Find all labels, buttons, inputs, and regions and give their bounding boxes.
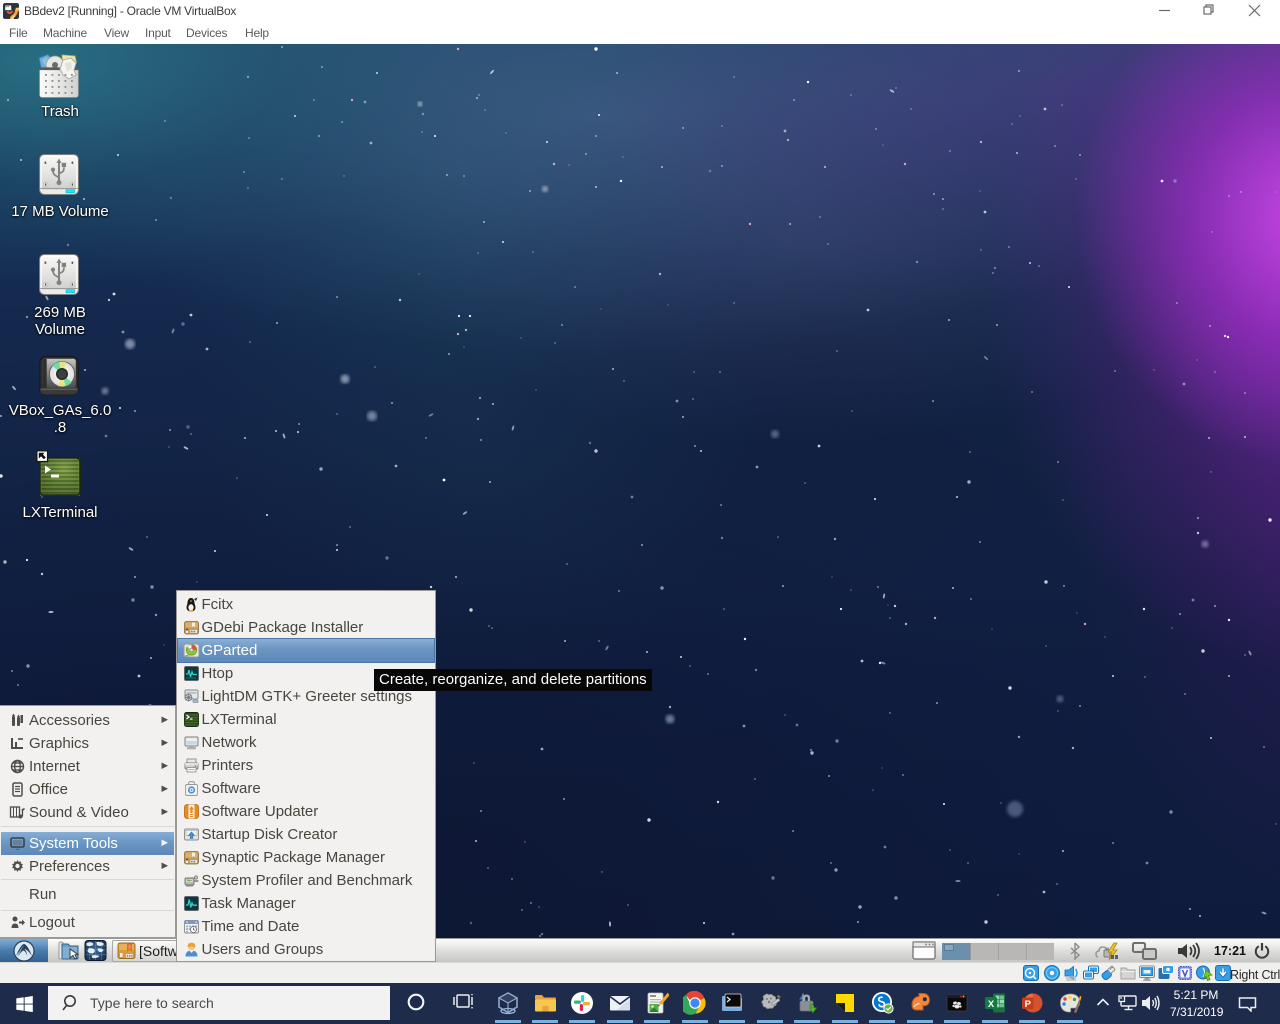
svg-text:P: P xyxy=(1025,999,1032,1010)
svg-text:X: X xyxy=(988,999,995,1010)
